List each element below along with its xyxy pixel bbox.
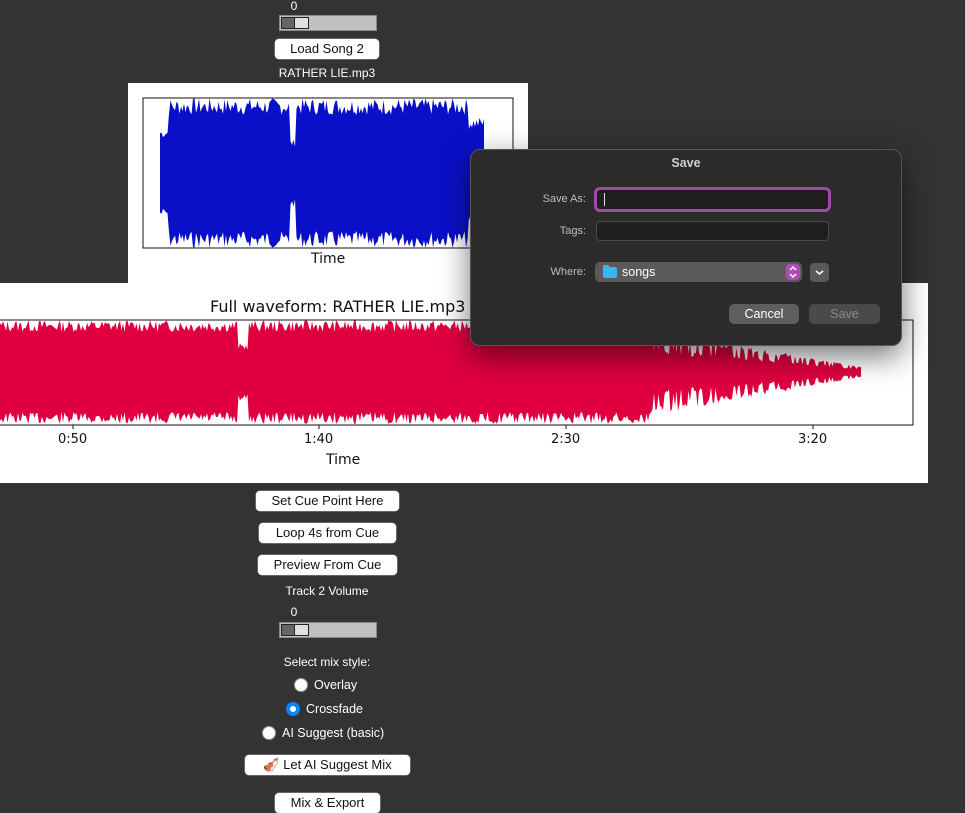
track2-volume-value: 0 <box>290 605 298 619</box>
tick-label-0: 0:50 <box>58 432 88 447</box>
slider-thumb[interactable] <box>281 624 309 636</box>
slider-thumb[interactable] <box>281 17 309 29</box>
tags-field[interactable] <box>596 221 829 241</box>
save-dialog: Save Save As: Tags: Where: songs Cancel … <box>470 149 902 346</box>
tick-label-2: 2:30 <box>551 432 581 447</box>
tags-label: Tags: <box>559 225 586 237</box>
track1-volume-value: 0 <box>290 0 298 13</box>
mix-style-label: Select mix style: <box>283 655 371 669</box>
tick-label-1: 1:40 <box>304 432 334 447</box>
dialog-title: Save <box>671 156 701 170</box>
full-x-label: Time <box>326 452 361 468</box>
mini-x-label: Time <box>311 251 346 267</box>
text-cursor <box>604 193 605 206</box>
loop-button[interactable]: Loop 4s from Cue <box>259 523 396 543</box>
track2-volume-label: Track 2 Volume <box>285 584 369 598</box>
song-name: RATHER LIE.mp3 <box>278 66 376 80</box>
radio-button[interactable] <box>262 726 276 740</box>
radio-overlay[interactable]: Overlay <box>294 678 357 692</box>
expand-button[interactable] <box>810 263 829 282</box>
track2-volume-slider[interactable] <box>279 622 377 638</box>
ai-suggest-mix-button[interactable]: 🎻 Let AI Suggest Mix <box>245 755 410 775</box>
where-label: Where: <box>550 266 586 278</box>
where-value: songs <box>622 265 656 279</box>
radio-label: Crossfade <box>306 702 363 716</box>
mini-waveform-path <box>160 98 484 248</box>
save-button[interactable]: Save <box>809 304 880 324</box>
tick-label-3: 3:20 <box>798 432 828 447</box>
folder-icon <box>603 264 617 278</box>
save-as-field[interactable] <box>594 187 831 212</box>
radio-label: AI Suggest (basic) <box>282 726 385 740</box>
where-dropdown[interactable]: songs <box>595 262 802 282</box>
mini-waveform-panel: Time <box>128 83 528 283</box>
chevron-updown-icon <box>786 264 800 280</box>
cancel-button[interactable]: Cancel <box>729 304 799 324</box>
chevron-down-icon <box>815 270 824 276</box>
track1-volume-slider[interactable] <box>279 15 377 31</box>
save-as-label: Save As: <box>542 193 586 205</box>
radio-button[interactable] <box>294 678 308 692</box>
radio-crossfade[interactable]: Crossfade <box>286 702 363 716</box>
radio-button-selected[interactable] <box>286 702 300 716</box>
set-cue-button[interactable]: Set Cue Point Here <box>256 491 399 511</box>
load-song-2-button[interactable]: Load Song 2 <box>275 39 379 59</box>
mix-export-button[interactable]: Mix & Export <box>275 793 380 813</box>
preview-button[interactable]: Preview From Cue <box>258 555 397 575</box>
radio-label: Overlay <box>314 678 358 692</box>
radio-ai-suggest[interactable]: AI Suggest (basic) <box>262 726 384 740</box>
